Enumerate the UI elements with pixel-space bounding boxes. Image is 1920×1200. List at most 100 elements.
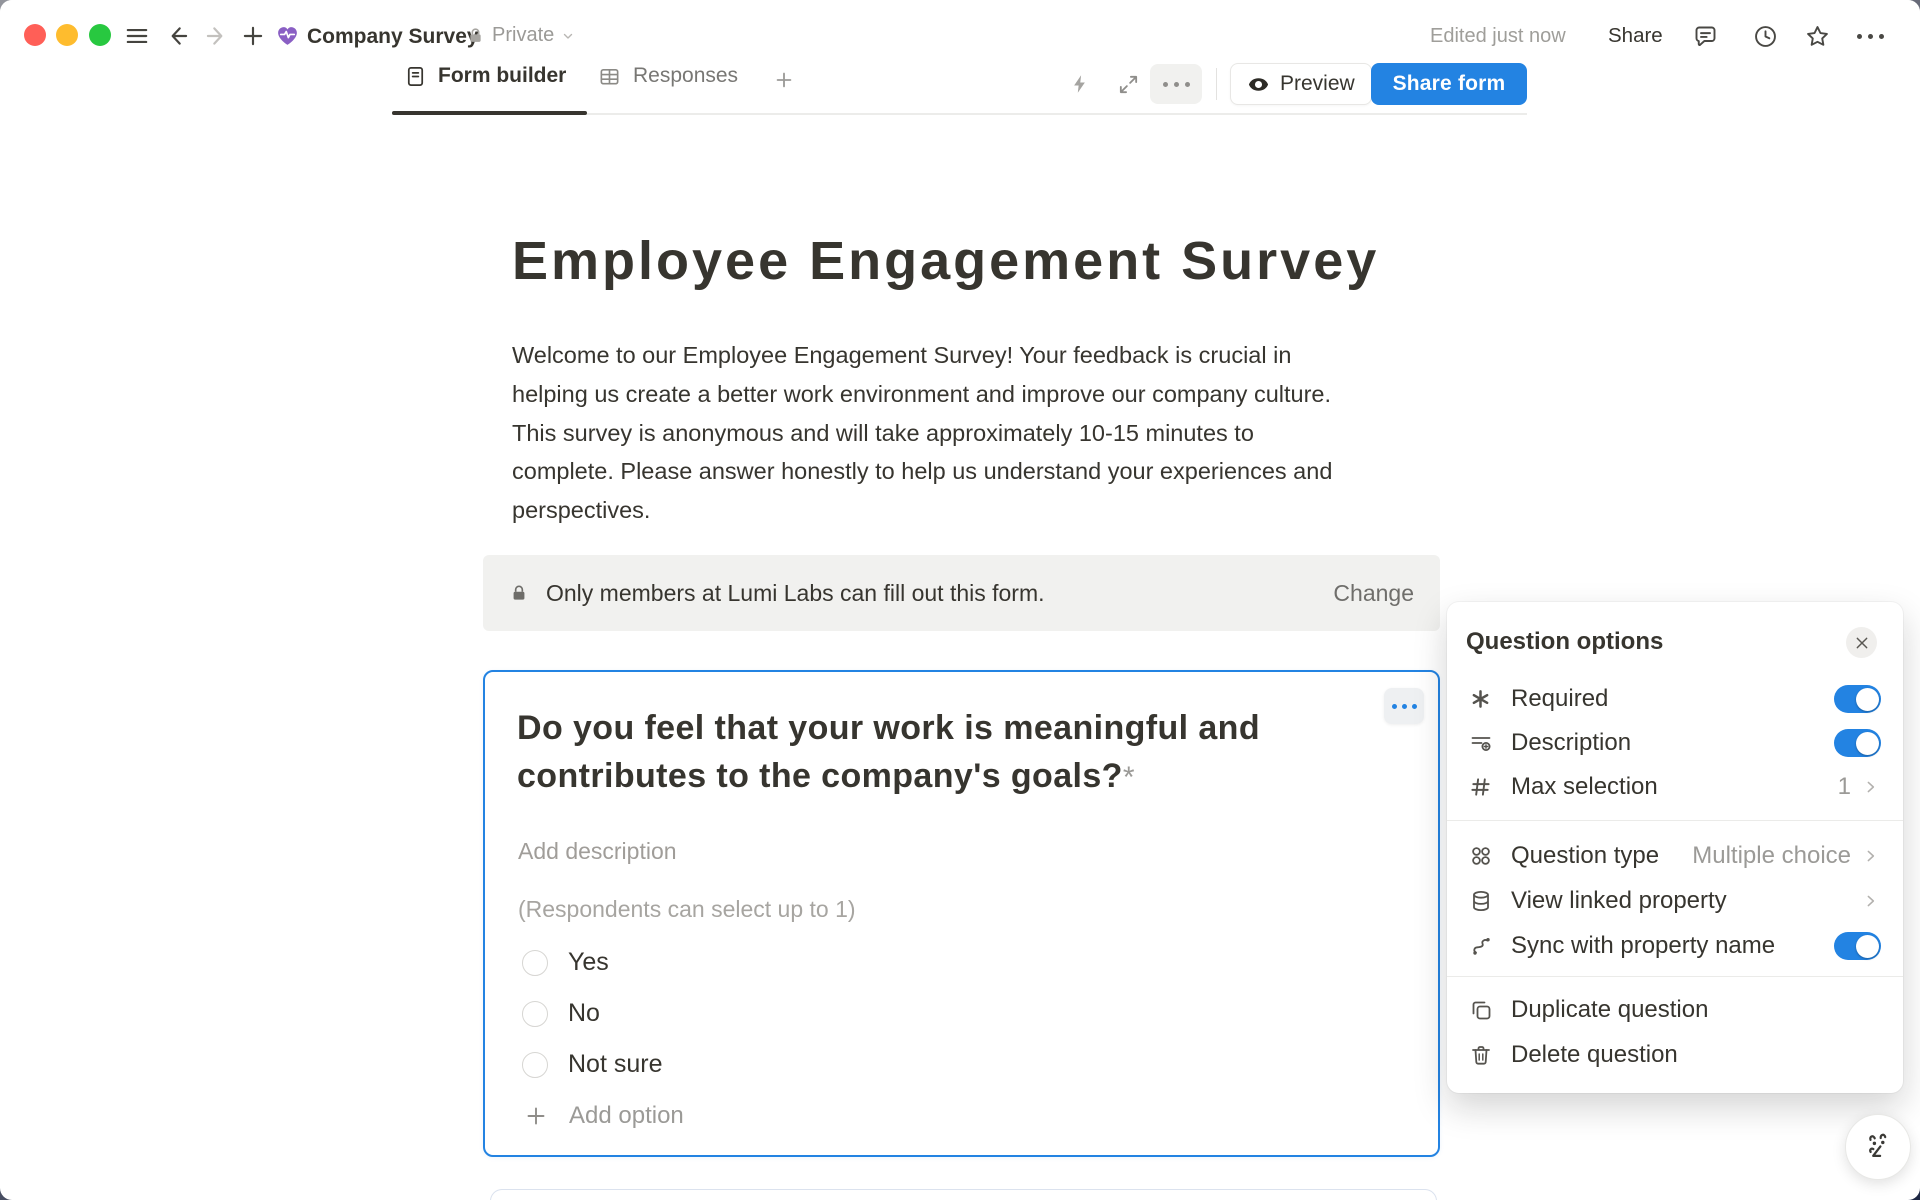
notion-ai-button[interactable] [1845,1114,1911,1180]
minimize-window-button[interactable] [56,24,78,46]
lightning-icon [1069,73,1091,95]
star-icon [1804,23,1831,50]
menu-title: Question options [1466,628,1663,656]
share-menu-button[interactable]: Share [1608,24,1663,48]
ellipsis-icon [1392,704,1417,709]
question-title-line1: Do you feel that your work is meaningful… [517,709,1260,747]
heart-pulse-icon [275,23,300,48]
maximize-window-button[interactable] [89,24,111,46]
menu-item-view-linked-property[interactable]: View linked property [1447,879,1903,923]
lock-icon [466,26,485,45]
add-view-button[interactable] [770,66,798,94]
history-button[interactable] [1750,21,1780,51]
sync-toggle[interactable] [1834,932,1881,960]
close-window-button[interactable] [24,24,46,46]
option-label: Not sure [568,1050,662,1079]
comments-button[interactable] [1690,21,1720,51]
next-question-card[interactable] [490,1189,1437,1200]
required-toggle[interactable] [1834,685,1881,713]
menu-item-question-type[interactable]: Question type Multiple choice [1447,834,1903,878]
toolbar-divider [1216,68,1217,100]
add-option-button[interactable]: Add option [524,1102,684,1130]
eye-icon [1247,73,1270,96]
menu-item-label: Question type [1511,842,1659,870]
option-row[interactable]: No [522,999,600,1028]
option-row[interactable]: Yes [522,948,609,977]
toggle-knob [1856,688,1879,711]
max-selection-value: 1 [1838,773,1851,801]
menu-item-description[interactable]: Description [1447,721,1903,765]
form-builder-icon [404,65,427,88]
sync-icon [1469,934,1493,958]
plus-icon [773,69,795,91]
question-type-icon [1469,844,1493,868]
toggle-knob [1856,732,1879,755]
share-form-button[interactable]: Share form [1371,63,1527,105]
ai-face-icon [1860,1129,1896,1165]
menu-divider [1447,820,1903,821]
radio-button[interactable] [522,1052,548,1078]
form-title[interactable]: Employee Engagement Survey [512,230,1379,292]
new-tab-button[interactable] [238,21,268,51]
form-description[interactable]: Welcome to our Employee Engagement Surve… [512,336,1332,530]
description-icon [1469,731,1493,755]
expand-view-button[interactable] [1114,70,1142,98]
required-asterisk: * [1123,761,1135,794]
clock-icon [1752,23,1779,50]
sidebar-menu-button[interactable] [122,21,152,51]
menu-item-label: Max selection [1511,773,1658,801]
preview-button[interactable]: Preview [1230,63,1372,105]
question-more-button[interactable] [1384,688,1424,724]
chevron-right-icon [1862,779,1879,796]
page-icon [275,23,300,48]
radio-button[interactable] [522,1001,548,1027]
description-toggle[interactable] [1834,729,1881,757]
asterisk-icon [1469,688,1492,711]
menu-item-label: View linked property [1511,887,1727,915]
radio-button[interactable] [522,950,548,976]
question-description-placeholder[interactable]: Add description [518,838,677,865]
change-access-button[interactable]: Change [1333,580,1414,607]
menu-item-max-selection[interactable]: Max selection 1 [1447,765,1903,809]
menu-item-duplicate-question[interactable]: Duplicate question [1447,988,1903,1032]
menu-item-label: Delete question [1511,1041,1678,1069]
close-menu-button[interactable] [1846,627,1877,658]
toggle-knob [1856,935,1879,958]
back-button[interactable] [162,21,192,51]
tab-responses[interactable]: Responses [598,64,738,88]
duplicate-icon [1469,998,1493,1022]
menu-item-delete-question[interactable]: Delete question [1447,1033,1903,1077]
chevron-down-icon [561,29,575,43]
menu-item-required[interactable]: Required [1447,677,1903,721]
hamburger-icon [124,23,150,49]
question-card[interactable]: Do you feel that your work is meaningful… [483,670,1440,1157]
option-row[interactable]: Not sure [522,1050,662,1079]
menu-item-label: Sync with property name [1511,932,1775,960]
add-option-label: Add option [569,1102,684,1130]
question-options-menu: Question options Required Description Ma… [1447,602,1903,1093]
favorite-button[interactable] [1802,21,1832,51]
expand-diagonal-icon [1117,73,1140,96]
privacy-label: Private [492,24,554,47]
automations-button[interactable] [1066,70,1094,98]
form-description-line: perspectives. [512,491,1332,530]
question-title[interactable]: Do you feel that your work is meaningful… [517,704,1260,802]
breadcrumb-page-title[interactable]: Company Survey [307,25,479,49]
database-icon [1469,889,1493,913]
plus-icon [524,1104,548,1128]
form-description-line: This survey is anonymous and will take a… [512,414,1332,453]
menu-item-sync-property-name[interactable]: Sync with property name [1447,924,1903,968]
chevron-right-icon [1862,848,1879,865]
app-window: Company Survey Private Edited just now S… [0,0,1920,1200]
forward-button[interactable] [202,21,232,51]
view-tabbar: Form builder Responses Preview [0,56,1920,116]
view-more-button[interactable] [1150,64,1202,104]
comment-icon [1692,23,1719,50]
privacy-control[interactable]: Private [466,24,575,47]
trash-icon [1469,1043,1493,1067]
edited-timestamp: Edited just now [1430,25,1566,48]
share-form-label: Share form [1393,72,1506,96]
option-label: No [568,999,600,1028]
more-options-button[interactable] [1852,21,1888,51]
tab-form-builder[interactable]: Form builder [404,64,566,88]
